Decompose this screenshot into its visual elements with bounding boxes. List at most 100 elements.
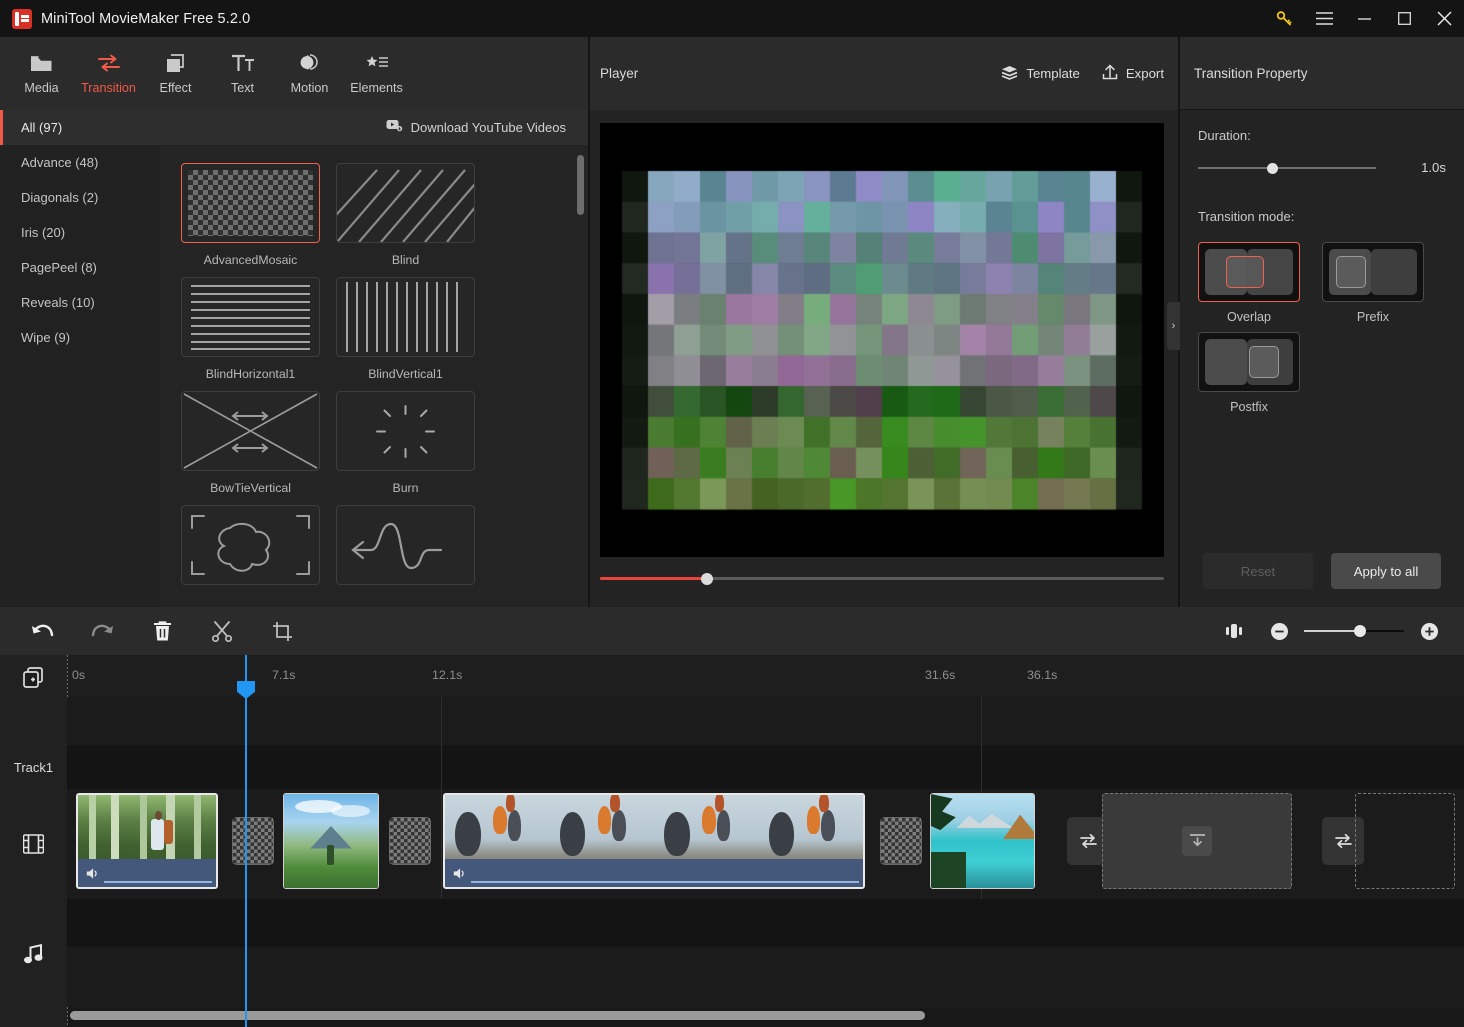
seek-handle[interactable]: [701, 573, 713, 585]
transition-chip-2[interactable]: [389, 817, 431, 865]
tile-row: BlindHorizontal1 BlindVertical1: [181, 277, 588, 381]
transition-tile-bowtievertical[interactable]: BowTieVertical: [181, 391, 320, 495]
nav-tab-media[interactable]: Media: [8, 37, 75, 110]
property-footer: Reset Apply to all: [1180, 553, 1464, 589]
track-lane-spacer[interactable]: [67, 899, 1464, 947]
duration-slider[interactable]: [1198, 161, 1376, 175]
property-title: Transition Property: [1194, 65, 1308, 81]
mode-option-prefix[interactable]: Prefix: [1322, 242, 1424, 324]
undo-button[interactable]: [12, 607, 72, 655]
transition-tile-blobcrop[interactable]: [181, 505, 320, 595]
lake-clip[interactable]: [930, 793, 1035, 889]
category-pagepeel[interactable]: PagePeel (8): [0, 250, 160, 285]
timeline-playhead[interactable]: [237, 655, 255, 1027]
nav-tab-elements[interactable]: Elements: [343, 37, 410, 110]
category-label: Diagonals (2): [21, 190, 99, 205]
duration-handle[interactable]: [1267, 162, 1278, 174]
layers-square-icon: [165, 52, 187, 74]
add-media-icon[interactable]: [0, 659, 67, 697]
category-advance[interactable]: Advance (48): [0, 145, 160, 180]
seek-progress: [600, 577, 707, 580]
transition-tile-blindvertical1[interactable]: BlindVertical1: [336, 277, 475, 381]
mountain-hiker-clip[interactable]: [283, 793, 379, 889]
player-panel: Player Template Export: [590, 37, 1178, 624]
category-label: Iris (20): [21, 225, 66, 240]
player-stage[interactable]: [600, 123, 1164, 557]
export-button[interactable]: Export: [1102, 64, 1164, 83]
reset-button[interactable]: Reset: [1203, 553, 1313, 589]
download-placeholder-icon: [1182, 826, 1212, 856]
template-label: Template: [1026, 66, 1080, 81]
mode-preview-postfix: [1198, 332, 1300, 392]
minimize-button[interactable]: [1344, 0, 1384, 37]
download-youtube-videos-link[interactable]: Download YouTube Videos: [411, 120, 566, 135]
delete-button[interactable]: [132, 607, 192, 655]
transition-grid-scrollbar[interactable]: [577, 155, 584, 215]
category-label: PagePeel (8): [21, 260, 97, 275]
audio-waveform: [104, 881, 212, 883]
category-wipe[interactable]: Wipe (9): [0, 320, 160, 355]
category-iris[interactable]: Iris (20): [0, 215, 160, 250]
hamburger-menu-icon[interactable]: [1304, 0, 1344, 37]
drop-zone-1[interactable]: [1102, 793, 1292, 889]
transition-chip-3[interactable]: [880, 817, 922, 865]
key-icon[interactable]: [1264, 0, 1304, 37]
music-note-icon[interactable]: [0, 899, 67, 1009]
plus-circle-icon[interactable]: [1414, 607, 1444, 655]
redo-button[interactable]: [72, 607, 132, 655]
track-label-track1: Track1: [13, 759, 54, 775]
timeline-zoom-slider[interactable]: [1304, 624, 1404, 638]
mode-option-overlap[interactable]: Overlap: [1198, 242, 1300, 324]
transition-tile-blind[interactable]: Blind: [336, 163, 475, 267]
split-button[interactable]: [192, 607, 252, 655]
transition-chip-1[interactable]: [232, 817, 274, 865]
export-label: Export: [1125, 66, 1164, 81]
player-header-actions: Template Export: [1001, 64, 1164, 83]
transition-tile-blindhorizontal1[interactable]: BlindHorizontal1: [181, 277, 320, 381]
transition-tile-burn[interactable]: Burn: [336, 391, 475, 495]
template-button[interactable]: Template: [1001, 65, 1080, 83]
transition-tile-advancedmosaic[interactable]: AdvancedMosaic: [181, 163, 320, 267]
track-lane-track1[interactable]: [67, 745, 1464, 789]
track-lane-top[interactable]: [67, 697, 1464, 745]
duration-value: 1.0s: [1421, 160, 1446, 175]
tile-label: AdvancedMosaic: [203, 253, 298, 267]
nav-label-transition: Transition: [81, 81, 136, 95]
forest-hiker-clip[interactable]: [76, 793, 218, 889]
player-seekbar[interactable]: [600, 573, 1164, 585]
category-reveals[interactable]: Reveals (10): [0, 285, 160, 320]
nav-tab-motion[interactable]: Motion: [276, 37, 343, 110]
close-button[interactable]: [1424, 0, 1464, 37]
timeline-horizontal-scrollbar[interactable]: [70, 1011, 925, 1020]
balloons-clip[interactable]: [443, 793, 865, 889]
nav-tab-effect[interactable]: Effect: [142, 37, 209, 110]
category-all[interactable]: All (97): [0, 110, 160, 145]
nav-tab-text[interactable]: Text: [209, 37, 276, 110]
film-strip-icon[interactable]: [0, 789, 67, 899]
fit-to-screen-icon[interactable]: [1204, 607, 1264, 655]
minus-circle-icon[interactable]: [1264, 607, 1294, 655]
timeline-toolbar: [0, 607, 1464, 655]
drop-zone-2[interactable]: [1355, 793, 1455, 889]
transition-category-list: All (97) Advance (48) Diagonals (2) Iris…: [0, 110, 160, 607]
maximize-button[interactable]: [1384, 0, 1424, 37]
transition-tile-wavearrow[interactable]: [336, 505, 475, 595]
tile-preview: [336, 391, 475, 471]
mode-preview-prefix: [1322, 242, 1424, 302]
tile-preview: [336, 505, 475, 585]
timeline-ruler[interactable]: 0s 7.1s 12.1s 31.6s 36.1s: [67, 655, 1464, 697]
nav-tab-transition[interactable]: Transition: [75, 37, 142, 110]
category-diagonals[interactable]: Diagonals (2): [0, 180, 160, 215]
tile-preview: [336, 277, 475, 357]
property-body: Duration: 1.0s Transition mode: Overlap: [1180, 110, 1464, 422]
tile-row: AdvancedMosaic Blind: [181, 163, 588, 267]
zoom-handle[interactable]: [1354, 625, 1366, 637]
crop-button[interactable]: [252, 607, 312, 655]
property-header: Transition Property: [1180, 37, 1464, 110]
apply-to-all-button[interactable]: Apply to all: [1331, 553, 1441, 589]
tile-preview: [181, 391, 320, 471]
chevron-right-icon[interactable]: ›: [1167, 302, 1180, 350]
tile-label: BlindVertical1: [368, 367, 443, 381]
track-lane-audio[interactable]: [67, 947, 1464, 1007]
mode-option-postfix[interactable]: Postfix: [1198, 332, 1300, 414]
